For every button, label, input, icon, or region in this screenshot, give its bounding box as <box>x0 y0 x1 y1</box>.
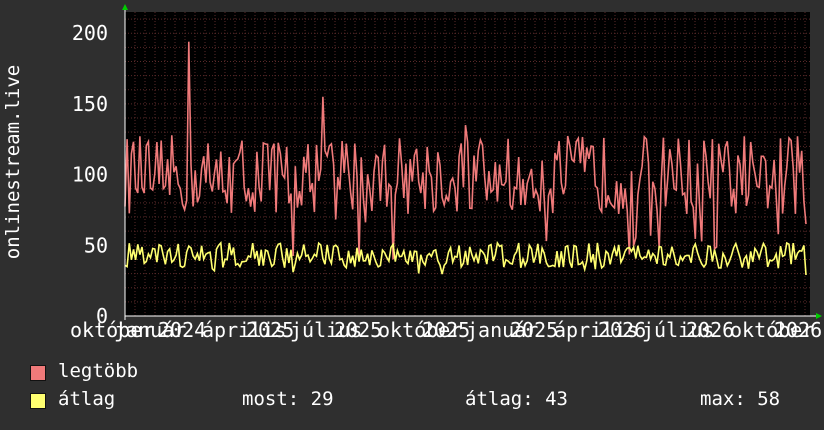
x-tick-label: 2025 <box>334 318 382 342</box>
stat-average: átlag: 43 <box>465 388 568 410</box>
legend-swatch-max <box>30 365 46 381</box>
x-tick-label: 2025 <box>422 318 470 342</box>
legend-swatch-avg <box>30 393 46 409</box>
x-tick-label: 2026 <box>598 318 646 342</box>
legend-label-avg: átlag <box>58 388 116 410</box>
stat-max: max: 58 <box>700 388 781 410</box>
legend-row-avg: átlag most: 29 átlag: 43 max: 58 <box>30 388 810 416</box>
x-tick-label: 2024 <box>158 318 206 342</box>
y-axis-arrow <box>122 4 128 10</box>
x-tick-label: 2025 <box>510 318 558 342</box>
legend-row-max: legtöbb <box>30 360 810 388</box>
y-tick-label: 100 <box>72 163 108 187</box>
x-tick-label: 2025 <box>246 318 294 342</box>
x-tick-label: 2026 <box>686 318 734 342</box>
stat-now: most: 29 <box>242 388 334 410</box>
legend-label-max: legtöbb <box>58 360 139 382</box>
y-tick-label: 150 <box>72 92 108 116</box>
x-tick-label: 2026 <box>774 318 822 342</box>
line-chart: 050100150200onlinestream.liveoktóberjanu… <box>2 4 822 342</box>
y-axis-label: onlinestream.live <box>2 65 24 259</box>
y-tick-label: 200 <box>72 21 108 45</box>
y-tick-label: 50 <box>84 233 108 257</box>
legend: legtöbb átlag most: 29 átlag: 43 max: 58 <box>30 360 810 416</box>
